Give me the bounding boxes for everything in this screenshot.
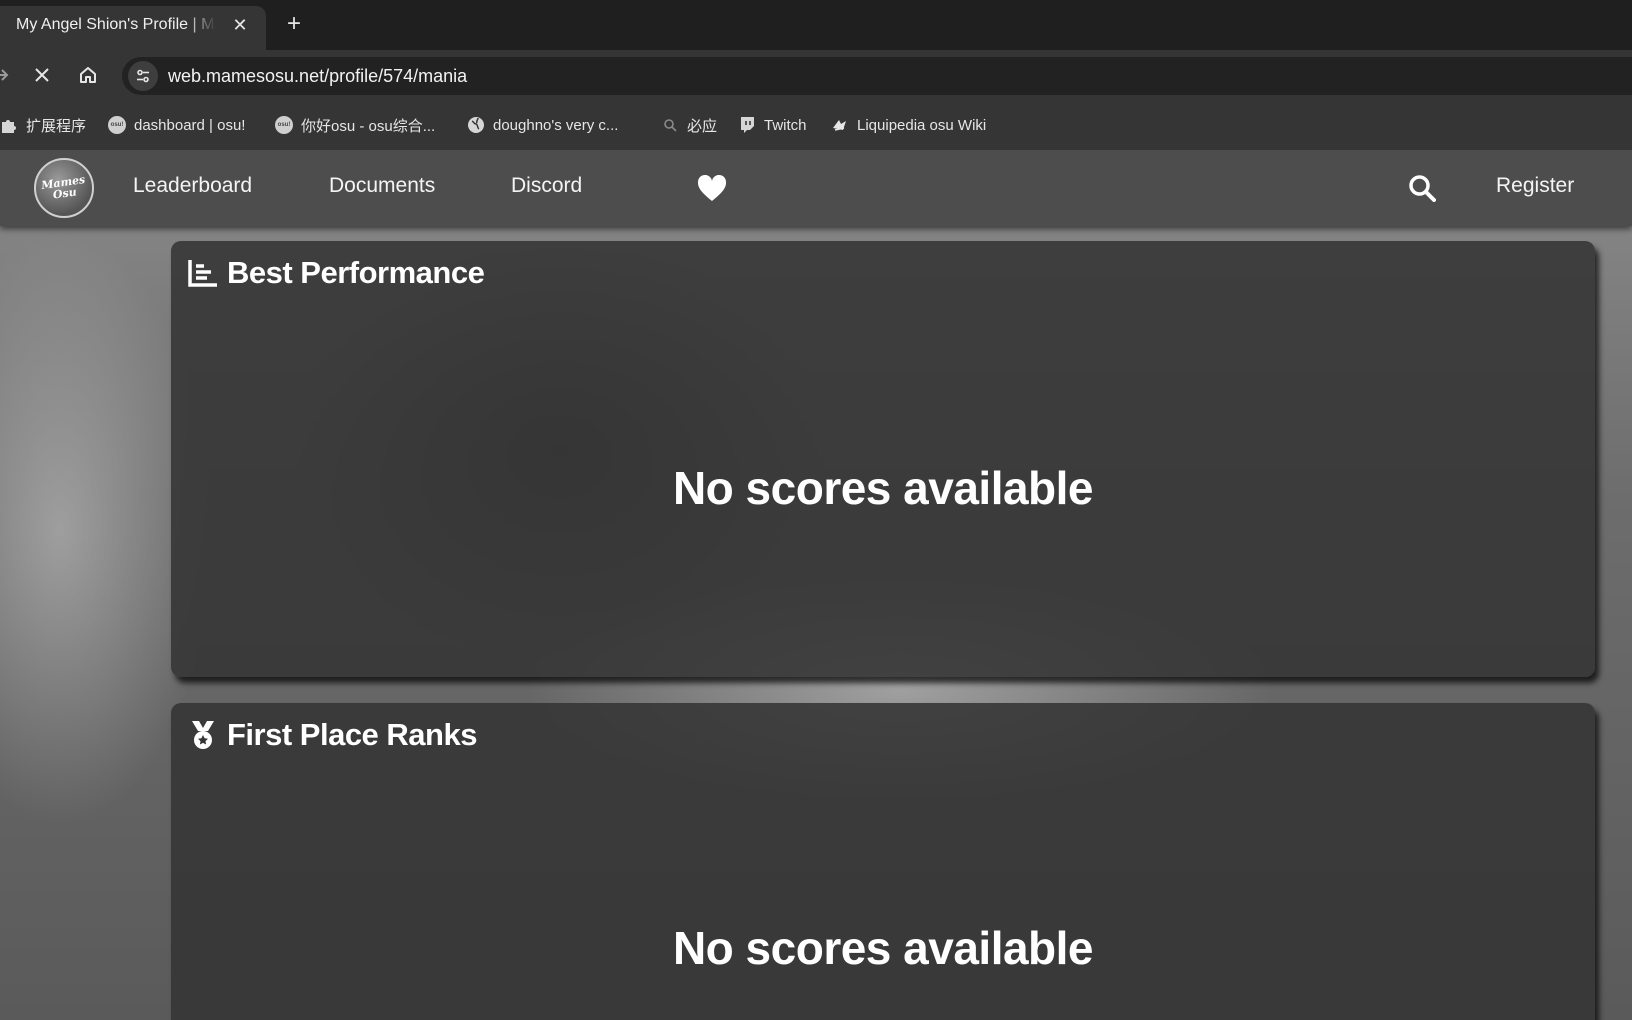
bookmark-label: dashboard | osu! (134, 116, 246, 134)
bookmark-label: Twitch (764, 116, 807, 134)
bookmark-doughno[interactable]: doughno's very c... (467, 113, 618, 137)
bookmark-nihao-osu[interactable]: osu! 你好osu - osu综合... (275, 113, 435, 137)
card-title: Best Performance (227, 255, 485, 290)
nav-documents[interactable]: Documents (329, 174, 435, 198)
site-logo[interactable]: Mames Osu (34, 158, 94, 218)
bookmark-label: 你好osu - osu综合... (301, 117, 436, 135)
bookmark-extensions[interactable]: 扩展程序 (0, 113, 86, 137)
medal-icon (187, 719, 219, 751)
bookmark-label: Liquipedia osu Wiki (857, 116, 987, 134)
first-place-ranks-card: First Place Ranks No scores available (171, 703, 1595, 1020)
best-performance-card: Best Performance No scores available (171, 241, 1595, 677)
tab-title: My Angel Shion's Profile | Mamesosu (16, 16, 216, 33)
card-header: Best Performance (187, 255, 485, 291)
bookmark-bing[interactable]: 必应 (661, 113, 717, 137)
card-title: First Place Ranks (227, 717, 477, 752)
heart-icon[interactable] (697, 174, 727, 203)
bookmarks-bar: 扩展程序 osu! dashboard | osu! osu! 你好osu - … (0, 100, 1632, 150)
puzzle-icon (0, 116, 18, 134)
browser-toolbar: web.mamesosu.net/profile/574/mania (0, 50, 1632, 100)
new-tab-button[interactable]: + (280, 11, 308, 39)
osu-icon: osu! (275, 116, 293, 134)
empty-scores-message: No scores available (672, 922, 1094, 974)
bookmark-dashboard-osu[interactable]: osu! dashboard | osu! (108, 113, 245, 137)
bar-chart-icon (187, 257, 219, 289)
tab-close-icon[interactable]: ✕ (230, 15, 250, 35)
url-text: web.mamesosu.net/profile/574/mania (168, 66, 468, 86)
stop-loading-icon[interactable] (30, 63, 54, 87)
bookmark-label: doughno's very c... (493, 116, 619, 134)
twitch-icon (738, 116, 756, 134)
site-navbar: Mames Osu Leaderboard Documents Discord … (0, 150, 1632, 226)
bookmark-liquipedia[interactable]: Liquipedia osu Wiki (831, 113, 986, 137)
page-viewport: Mames Osu Leaderboard Documents Discord … (0, 150, 1632, 1020)
register-link[interactable]: Register (1496, 174, 1574, 198)
bookmark-twitch[interactable]: Twitch (738, 113, 807, 137)
bing-search-icon (661, 116, 679, 134)
bookmark-label: 必应 (687, 117, 718, 135)
browser-tab[interactable]: My Angel Shion's Profile | Mamesosu ✕ (0, 6, 266, 50)
bookmark-label: 扩展程序 (26, 117, 87, 135)
nav-discord[interactable]: Discord (511, 174, 582, 198)
browser-tab-strip: My Angel Shion's Profile | Mamesosu ✕ + (0, 0, 1632, 50)
globe-icon (467, 116, 485, 134)
nav-leaderboard[interactable]: Leaderboard (133, 174, 252, 198)
osu-icon: osu! (108, 116, 126, 134)
search-icon[interactable] (1408, 174, 1436, 202)
forward-icon[interactable] (0, 63, 14, 87)
empty-scores-message: No scores available (672, 462, 1094, 514)
liquipedia-icon (831, 116, 849, 134)
home-icon[interactable] (76, 63, 100, 87)
card-header: First Place Ranks (187, 717, 477, 753)
site-info-icon[interactable] (128, 61, 158, 91)
logo-text: Mames Osu (40, 173, 86, 202)
address-bar[interactable]: web.mamesosu.net/profile/574/mania (122, 57, 1632, 95)
